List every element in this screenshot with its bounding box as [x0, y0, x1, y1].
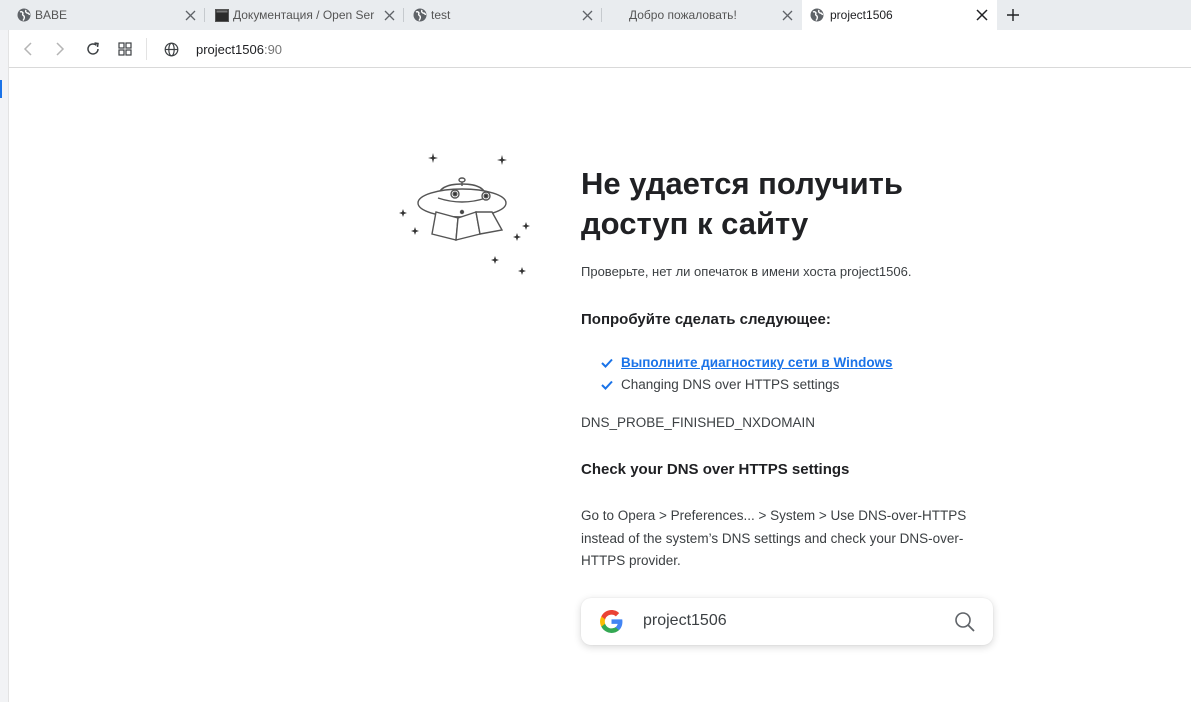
- url-port: :90: [263, 42, 283, 57]
- suggestions-heading: Попробуйте сделать следующее:: [581, 311, 831, 328]
- suggestion-text: Changing DNS over HTTPS settings: [621, 377, 840, 392]
- chevron-right-icon: [56, 42, 65, 56]
- toolbar-divider: [146, 38, 147, 60]
- tab-title: test: [431, 8, 451, 22]
- toolbar: project1506:90: [9, 30, 1191, 68]
- tab-overview-button[interactable]: [116, 40, 134, 58]
- check-icon: [601, 380, 615, 390]
- tab-babe[interactable]: BABE: [0, 0, 205, 30]
- plus-icon: [1007, 9, 1019, 21]
- sidebar-active-marker: [0, 80, 2, 98]
- close-tab-icon[interactable]: [780, 8, 794, 22]
- tab-title: Добро пожаловать!: [629, 8, 737, 22]
- tab-project1506[interactable]: project1506: [802, 0, 997, 30]
- close-tab-icon[interactable]: [975, 8, 989, 22]
- globe-icon: [413, 8, 427, 22]
- tab-title: project1506: [830, 8, 893, 22]
- globe-icon: [810, 8, 824, 22]
- google-logo-icon: [600, 610, 623, 633]
- address-bar[interactable]: project1506:90: [196, 42, 282, 57]
- tab-documentation[interactable]: Документация / Open Ser: [205, 0, 404, 30]
- page-title: Не удается получить доступ к сайту: [581, 166, 903, 241]
- globe-icon: [17, 8, 31, 22]
- error-code: DNS_PROBE_FINISHED_NXDOMAIN: [581, 415, 816, 430]
- search-input[interactable]: project1506: [643, 612, 727, 630]
- tab-strip: BABE Документация / Open Ser test Добро …: [0, 0, 1191, 30]
- suggestion-item: Changing DNS over HTTPS settings: [601, 377, 839, 392]
- new-tab-button[interactable]: [1004, 6, 1022, 24]
- sidebar: [0, 30, 9, 702]
- tab-title: Документация / Open Ser: [233, 8, 375, 22]
- site-info-button[interactable]: [162, 40, 180, 58]
- grid-icon: [118, 42, 132, 56]
- reload-icon: [87, 42, 99, 55]
- check-hostname-text: Проверьте, нет ли опечаток в имени хоста…: [581, 264, 912, 279]
- close-tab-icon[interactable]: [580, 8, 594, 22]
- dns-heading: Check your DNS over HTTPS settings: [581, 461, 850, 478]
- search-icon[interactable]: [953, 610, 977, 634]
- forward-button[interactable]: [51, 40, 69, 58]
- close-tab-icon[interactable]: [382, 8, 396, 22]
- close-tab-icon[interactable]: [183, 8, 197, 22]
- tab-test[interactable]: test: [404, 0, 602, 30]
- network-diagnostics-link[interactable]: Выполните диагностику сети в Windows: [621, 355, 893, 370]
- globe-icon: [164, 42, 178, 56]
- ufo-illustration: [399, 153, 530, 275]
- url-host: project1506: [196, 42, 264, 57]
- dns-instructions: Go to Opera > Preferences... > System > …: [581, 508, 967, 568]
- back-button[interactable]: [19, 40, 37, 58]
- check-icon: [601, 358, 615, 368]
- tab-title: BABE: [35, 8, 68, 22]
- terminal-icon: [215, 8, 229, 22]
- suggestion-item: Выполните диагностику сети в Windows: [601, 355, 893, 370]
- chevron-left-icon: [23, 42, 32, 56]
- search-box[interactable]: project1506: [581, 598, 993, 645]
- reload-button[interactable]: [84, 40, 102, 58]
- tab-welcome[interactable]: Добро пожаловать!: [602, 0, 802, 30]
